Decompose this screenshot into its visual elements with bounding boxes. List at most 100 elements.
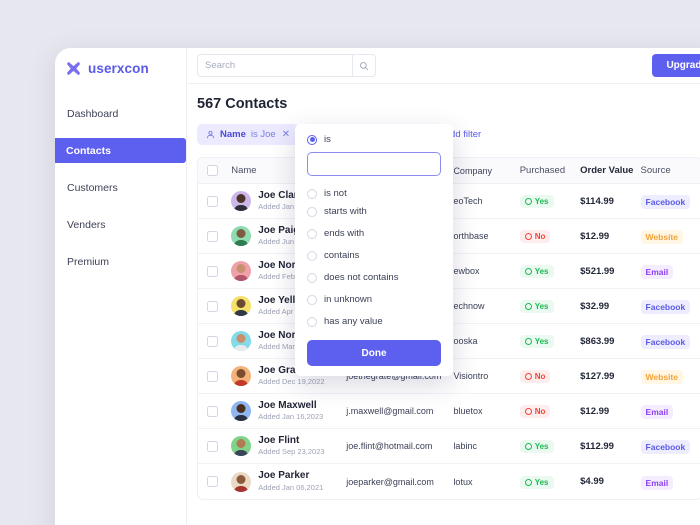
sidebar-item-label: Customers (67, 182, 118, 194)
status-label: Yes (535, 478, 549, 487)
sidebar-item-customers[interactable]: Customers (55, 175, 186, 200)
search-button[interactable] (352, 54, 376, 77)
row-checkbox[interactable] (207, 371, 218, 382)
avatar (231, 331, 251, 351)
dropdown-option-is-not[interactable]: is not (307, 188, 441, 199)
row-select-cell (198, 476, 227, 487)
select-all-cell (198, 165, 227, 176)
row-checkbox[interactable] (207, 441, 218, 452)
check-circle-icon (525, 198, 532, 205)
filter-value-input[interactable] (307, 152, 441, 176)
source-tag: Email (641, 405, 674, 419)
search-group (197, 54, 376, 77)
avatar (231, 366, 251, 386)
column-header-purchased[interactable]: Purchased (520, 165, 580, 176)
order-value: $4.99 (580, 476, 640, 487)
status-badge: Yes (520, 440, 554, 453)
source-cell: Email (641, 262, 700, 280)
filter-field: Name (220, 129, 246, 140)
column-header-source[interactable]: Source (641, 165, 700, 176)
sidebar-item-venders[interactable]: Venders (55, 212, 186, 237)
sidebar-item-premium[interactable]: Premium (55, 249, 186, 274)
order-value: $114.99 (580, 196, 640, 207)
row-select-cell (198, 336, 227, 347)
contact-name: Joe Flint (258, 435, 324, 447)
avatar (231, 436, 251, 456)
radio-icon[interactable] (307, 207, 317, 217)
contact-name-cell: Joe FlintAdded Sep 23,2023 (227, 435, 346, 457)
contact-company: ooska (453, 336, 519, 346)
row-checkbox[interactable] (207, 476, 218, 487)
avatar (231, 261, 251, 281)
dropdown-option-does-not-contains[interactable]: does not contains (307, 272, 441, 283)
radio-icon[interactable] (307, 229, 317, 239)
contact-name: Joe Parker (258, 470, 323, 482)
dropdown-option-contains[interactable]: contains (307, 250, 441, 261)
row-checkbox[interactable] (207, 336, 218, 347)
dropdown-option-group-top: is (307, 134, 441, 145)
row-checkbox[interactable] (207, 406, 218, 417)
status-badge: No (520, 405, 551, 418)
column-header-company[interactable]: Company (453, 166, 519, 176)
filter-remove-icon[interactable]: ✕ (282, 129, 290, 140)
purchased-cell: Yes (520, 332, 580, 350)
dropdown-option-label: ends with (324, 228, 364, 239)
contact-added-date: Added Jan 16,2023 (258, 412, 323, 422)
source-tag: Website (641, 230, 683, 244)
radio-icon[interactable] (307, 251, 317, 261)
contact-company: bluetox (453, 406, 519, 416)
select-all-checkbox[interactable] (207, 165, 218, 176)
purchased-cell: No (520, 367, 580, 385)
radio-icon[interactable] (307, 189, 317, 199)
sidebar-item-dashboard[interactable]: Dashboard (55, 101, 186, 126)
contact-added-date: Added Sep 23,2023 (258, 447, 324, 457)
radio-icon[interactable] (307, 317, 317, 327)
done-button[interactable]: Done (307, 340, 441, 366)
search-input[interactable] (197, 54, 352, 77)
contact-company: echnow (453, 301, 519, 311)
table-row[interactable]: Joe FlintAdded Sep 23,2023joe.flint@hotm… (198, 429, 700, 464)
avatar (231, 472, 251, 492)
dropdown-option-label: starts with (324, 206, 367, 217)
order-value: $112.99 (580, 441, 640, 452)
upgrade-button[interactable]: Upgrade (652, 54, 700, 77)
radio-icon[interactable] (307, 135, 317, 145)
row-checkbox[interactable] (207, 301, 218, 312)
sidebar-item-label: Premium (67, 256, 109, 268)
order-value: $521.99 (580, 266, 640, 277)
source-tag: Email (641, 265, 674, 279)
row-checkbox[interactable] (207, 266, 218, 277)
dropdown-option-in-unknown[interactable]: in unknown (307, 294, 441, 305)
source-cell: Facebook (641, 192, 700, 210)
table-row[interactable]: Joe ParkerAdded Jan 06,2021joeparker@gma… (198, 464, 700, 499)
check-circle-icon (525, 268, 532, 275)
main-area: Upgrade 567 Contacts Name is Joe ✕ (187, 48, 700, 525)
contact-company: lotux (453, 477, 519, 487)
source-cell: Email (641, 402, 700, 420)
source-tag: Website (641, 370, 683, 384)
x-circle-icon (525, 233, 532, 240)
filter-chip-name[interactable]: Name is Joe ✕ (197, 124, 299, 145)
dropdown-option-label: is not (324, 188, 347, 199)
source-cell: Facebook (641, 297, 700, 315)
dropdown-option-is[interactable]: is (307, 134, 441, 145)
status-badge: Yes (520, 195, 554, 208)
source-cell: Facebook (641, 437, 700, 455)
contact-added-date: Added Dec 19,2022 (258, 377, 324, 387)
status-label: Yes (535, 267, 549, 276)
radio-icon[interactable] (307, 273, 317, 283)
dropdown-option-starts-with[interactable]: starts with (307, 206, 441, 217)
row-checkbox[interactable] (207, 196, 218, 207)
table-row[interactable]: Joe MaxwellAdded Jan 16,2023j.maxwell@gm… (198, 394, 700, 429)
sidebar: userxcon Dashboard Contacts Customers Ve… (55, 48, 187, 525)
sidebar-item-contacts[interactable]: Contacts (55, 138, 186, 163)
contact-company: Visiontro (453, 371, 519, 381)
contact-email: j.maxwell@gmail.com (346, 406, 453, 416)
radio-icon[interactable] (307, 295, 317, 305)
row-select-cell (198, 371, 227, 382)
dropdown-option-ends-with[interactable]: ends with (307, 228, 441, 239)
row-checkbox[interactable] (207, 231, 218, 242)
column-header-order-value[interactable]: Order Value (580, 165, 640, 176)
dropdown-option-has-any-value[interactable]: has any value (307, 316, 441, 327)
check-circle-icon (525, 338, 532, 345)
